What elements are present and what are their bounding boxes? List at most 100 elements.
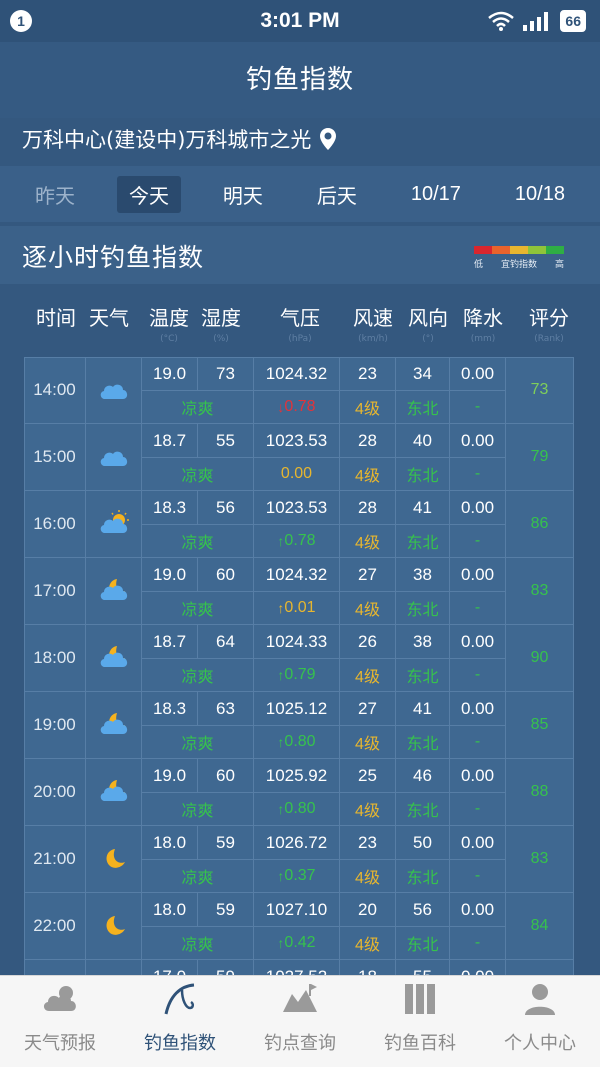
tab-day-4[interactable]: 10/17 [399,179,473,210]
wind-level: 4级 [340,927,396,960]
score-value: 86 [506,491,574,558]
humidity-value: 59 [198,960,254,975]
pressure-trend-value: 0.00 [280,465,313,482]
column-name: 评分 [529,306,569,330]
arrow-up-icon: ↑ [277,533,285,549]
nav-item-2[interactable]: 钓点查询 [240,976,360,1067]
table-row[interactable]: 15:00 18.7 55 1023.53 28 40 0.00 凉爽 0.00 4级 东北 -79 [24,424,574,491]
table-row[interactable]: 22:00 18.0 59 1027.10 20 56 0.00 凉爽 ↑ 0.42 4级 东北 -84 [24,893,574,960]
table-row[interactable]: 16:00 18.3 56 1023.53 28 41 0.00 凉爽 ↑ 0.78 4级 东北 -86 [24,491,574,558]
wind-direction-name: 东北 [396,592,450,625]
pressure-trend-value: 0.79 [284,666,316,683]
temperature-value: 19.0 [142,759,198,793]
wind-speed-value: 28 [340,424,396,458]
wind-direction-value: 55 [396,960,450,975]
table-row[interactable]: 21:00 18.0 59 1026.72 23 50 0.00 凉爽 ↑ 0.37 4级 东北 -83 [24,826,574,893]
humidity-value: 60 [198,759,254,793]
column-name: 降水 [463,306,503,330]
weather-cell [86,759,142,826]
column-unit: (mm) [470,334,496,344]
moon-cloud-icon [100,780,127,801]
arrow-up-icon: ↑ [277,667,285,683]
nav-item-3[interactable]: 钓鱼百科 [360,976,480,1067]
table-row[interactable]: 19:00 18.3 63 1025.12 27 41 0.00 凉爽 ↑ 0.80 4级 东北 -85 [24,692,574,759]
score-value: 79 [506,424,574,491]
location-name: 万科中心(建设中)万科城市之光 [22,128,312,152]
column-unit: (Rank) [534,334,564,344]
moon-cloud-icon [100,713,127,734]
feel-label: 凉爽 [142,793,254,826]
table-row[interactable]: 20:00 19.0 60 1025.92 25 46 0.00 凉爽 ↑ 0.80 4级 东北 -88 [24,759,574,826]
feel-label: 凉爽 [142,391,254,424]
time-cell: 22:00 [24,893,86,960]
column-unit: (%) [213,334,229,344]
weather-cell [86,424,142,491]
time-cell: 16:00 [24,491,86,558]
table-row[interactable]: 18:00 18.7 64 1024.33 26 38 0.00 凉爽 ↑ 0.79 4级 东北 -90 [24,625,574,692]
wind-direction-value: 50 [396,826,450,860]
time-cell [24,960,86,975]
cloudy-icon [100,451,127,466]
time-cell: 18:00 [24,625,86,692]
column-name: 天气 [89,306,129,330]
wind-direction-name: 东北 [396,726,450,759]
wind-level: 4级 [340,659,396,692]
column-header-1: 天气 [76,302,142,334]
weather-cell [86,491,142,558]
legend-low: 低 [474,260,484,270]
score-value: 73 [506,357,574,424]
pressure-value: 1024.33 [254,625,340,659]
tab-day-5[interactable]: 10/18 [503,179,577,210]
wind-level: 4级 [340,592,396,625]
table-row[interactable]: 17.0591027.5218550.00 [24,960,574,975]
wind-direction-value: 38 [396,558,450,592]
tab-day-0[interactable]: 昨天 [23,176,87,213]
pressure-trend-value: 0.80 [284,733,316,750]
status-bar: 1 3:01 PM 66 [0,0,600,42]
wind-speed-value: 27 [340,692,396,726]
fishing-hook-icon [160,982,200,1029]
table-column-headers: 时间 天气 温度 (°C) 湿度 (%) 气压 (hPa) 风速 (km/h) 风向 (°) 降水 (mm… [22,302,578,358]
humidity-value: 60 [198,558,254,592]
weather-cell [86,558,142,625]
pressure-value: 1025.12 [254,692,340,726]
legend-high: 高 [554,260,564,270]
wind-direction-name: 东北 [396,458,450,491]
index-legend: 低 宜钓指数 高 [474,246,564,270]
pressure-trend: ↑ 0.42 [254,927,340,960]
rain-note: - [450,592,506,625]
time-cell: 20:00 [24,759,86,826]
tab-day-3[interactable]: 后天 [305,176,369,213]
nav-item-1[interactable]: 钓鱼指数 [120,976,240,1067]
moon-icon [106,849,125,868]
nav-item-4[interactable]: 个人中心 [480,976,600,1067]
location-selector[interactable]: 万科中心(建设中)万科城市之光 [22,118,337,160]
wind-speed-value: 18 [340,960,396,975]
tab-day-1[interactable]: 今天 [116,175,181,213]
temperature-value: 19.0 [142,558,198,592]
section-title: 逐小时钓鱼指数 [22,243,205,272]
score-value [506,960,574,975]
tab-day-2[interactable]: 明天 [211,176,275,213]
legend-swatch [510,246,528,254]
pressure-trend: ↑ 0.79 [254,659,340,692]
wind-direction-value: 38 [396,625,450,659]
pressure-value: 1024.32 [254,357,340,391]
nav-item-0[interactable]: 天气预报 [0,976,120,1067]
arrow-down-icon: ↓ [277,399,285,415]
arrow-up-icon: ↑ [277,868,285,884]
moon-icon [106,916,125,935]
pressure-trend: ↑ 0.01 [254,592,340,625]
column-header-8: 评分 (Rank) [510,302,588,344]
humidity-value: 64 [198,625,254,659]
pressure-value: 1023.53 [254,424,340,458]
humidity-value: 56 [198,491,254,525]
table-row[interactable]: 14:00 19.0 73 1024.32 23 34 0.00 凉爽 ↓ 0.78 4级 东北 -73 [24,357,574,424]
temperature-value: 18.3 [142,692,198,726]
hourly-table[interactable]: 14:00 19.0 73 1024.32 23 34 0.00 凉爽 ↓ 0.78 4级 东北 -73… [24,357,574,975]
table-row[interactable]: 17:00 19.0 60 1024.32 27 38 0.00 凉爽 ↑ 0.01 4级 东北 -83 [24,558,574,625]
notification-badge: 1 [10,10,32,32]
nav-item-label: 个人中心 [504,1033,576,1054]
rain-note: - [450,458,506,491]
wind-speed-value: 27 [340,558,396,592]
